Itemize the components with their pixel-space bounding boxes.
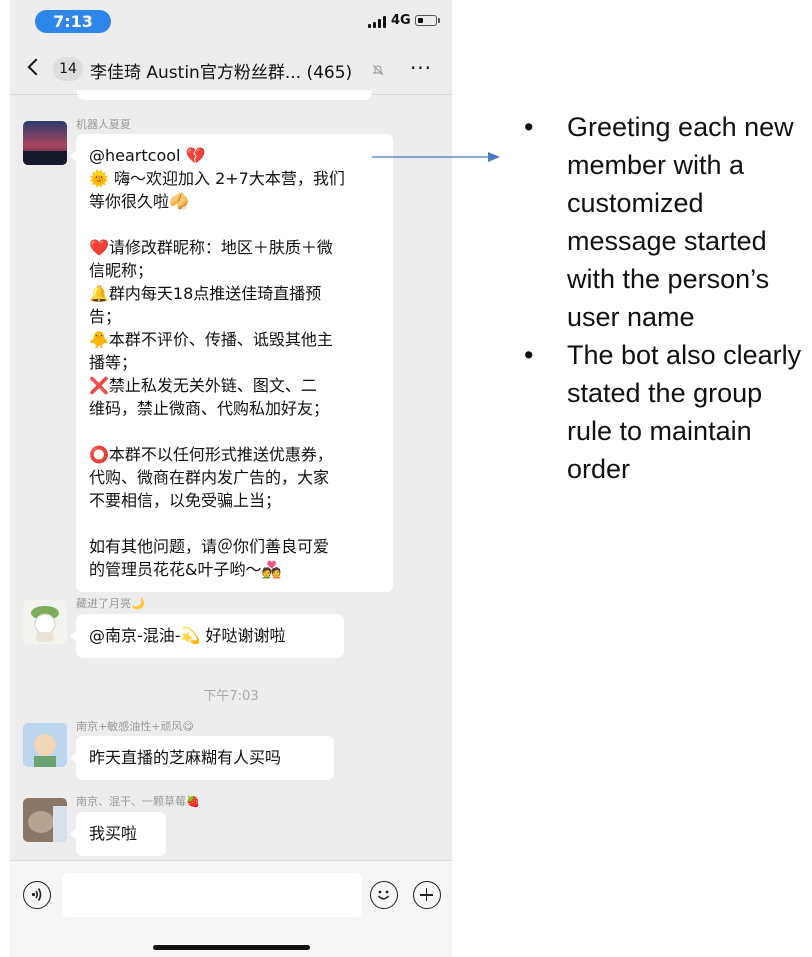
message-line: ⭕本群不以任何形式推送优惠券， bbox=[89, 445, 333, 464]
more-actions-button[interactable] bbox=[413, 881, 441, 909]
bot-welcome-message[interactable]: @heartcool 💔 🌞 嗨～欢迎加入 2+7大本营，我们 等你很久啦🥠 ❤… bbox=[70, 134, 393, 592]
emoji-button[interactable] bbox=[370, 881, 398, 909]
message-line: ❌禁止私发无关外链、图文、二 bbox=[89, 376, 317, 395]
message-line: ❤️请修改群昵称：地区＋肤质＋微 bbox=[89, 238, 333, 257]
sender-name: 藏进了月亮🌙 bbox=[76, 597, 145, 610]
message-text: 昨天直播的芝麻糊有人买吗 bbox=[89, 748, 282, 767]
previous-message-bubble bbox=[77, 90, 372, 100]
avatar-bot[interactable] bbox=[23, 121, 67, 165]
phone-screen: 7:13 4G 14 李佳琦 Austin官方粉丝群... (465) ··· … bbox=[10, 0, 452, 957]
message-text: 我买啦 bbox=[89, 824, 138, 843]
annotation-point: The bot also clearly stated the group ru… bbox=[524, 336, 812, 488]
message-line: 如有其他问题，请＠你们善良可爱 bbox=[89, 537, 330, 556]
mute-bell-icon bbox=[372, 64, 384, 76]
message-line: 不要相信，以免受骗上当； bbox=[89, 491, 282, 510]
battery-cap bbox=[438, 18, 440, 23]
message-line: 代购、微商在群内发广告的，大家 bbox=[89, 468, 330, 487]
message-line: 播等； bbox=[89, 353, 138, 372]
avatar-user[interactable] bbox=[23, 798, 67, 842]
chevron-left-icon bbox=[27, 58, 45, 76]
smiley-icon bbox=[377, 890, 390, 900]
more-options-button[interactable]: ··· bbox=[406, 57, 436, 81]
annotation-point: Greeting each new member with a customiz… bbox=[524, 108, 812, 336]
message-line: 🐥本群不评价、传播、诋毁其他主 bbox=[89, 330, 333, 349]
battery-icon bbox=[415, 15, 437, 26]
message-bubble[interactable]: @南京-混油-💫 好哒谢谢啦 bbox=[70, 614, 344, 658]
message-line: 等你很久啦🥠 bbox=[89, 192, 189, 211]
message-timestamp: 下午7:03 bbox=[203, 689, 259, 704]
message-line: 告； bbox=[89, 307, 122, 326]
sender-name: 机器人夏夏 bbox=[76, 118, 131, 131]
status-bar: 7:13 4G bbox=[10, 0, 452, 44]
avatar-user[interactable] bbox=[23, 600, 67, 644]
message-bubble[interactable]: 昨天直播的芝麻糊有人买吗 bbox=[70, 736, 334, 780]
sender-name: 南京+敏感油性+顽风😋 bbox=[76, 720, 194, 733]
message-line: 🔔群内每天18点推送佳琦直播预 bbox=[89, 284, 322, 303]
voice-icon bbox=[31, 888, 42, 901]
annotation-notes: Greeting each new member with a customiz… bbox=[524, 108, 812, 488]
chat-header: 14 李佳琦 Austin官方粉丝群... (465) ··· bbox=[10, 44, 452, 94]
voice-input-button[interactable] bbox=[23, 881, 51, 909]
avatar-user[interactable] bbox=[23, 723, 67, 767]
annotation-arrow bbox=[372, 152, 500, 162]
network-type: 4G bbox=[391, 13, 411, 28]
unread-count-badge: 14 bbox=[53, 57, 83, 81]
back-button[interactable]: 14 bbox=[26, 55, 86, 85]
message-bubble[interactable]: 我买啦 bbox=[70, 812, 166, 856]
home-indicator bbox=[153, 945, 310, 950]
message-line: 的管理员花花&叶子哟～💑 bbox=[89, 560, 282, 579]
message-input[interactable] bbox=[62, 873, 362, 917]
signal-icon bbox=[368, 16, 390, 28]
message-text: @南京-混油-💫 好哒谢谢啦 bbox=[89, 626, 286, 645]
input-bar bbox=[10, 860, 452, 957]
sender-name: 南京、混干、一颗草莓🍓 bbox=[76, 795, 200, 808]
status-time: 7:13 bbox=[35, 10, 111, 33]
message-line: 🌞 嗨～欢迎加入 2+7大本营，我们 bbox=[89, 169, 345, 188]
message-line: @heartcool 💔 bbox=[89, 146, 206, 165]
message-line: 信昵称； bbox=[89, 261, 154, 280]
chat-title[interactable]: 李佳琦 Austin官方粉丝群... (465) bbox=[90, 58, 352, 83]
message-line: 维码，禁止微商、代购私加好友； bbox=[89, 399, 330, 418]
plus-icon bbox=[425, 888, 428, 901]
